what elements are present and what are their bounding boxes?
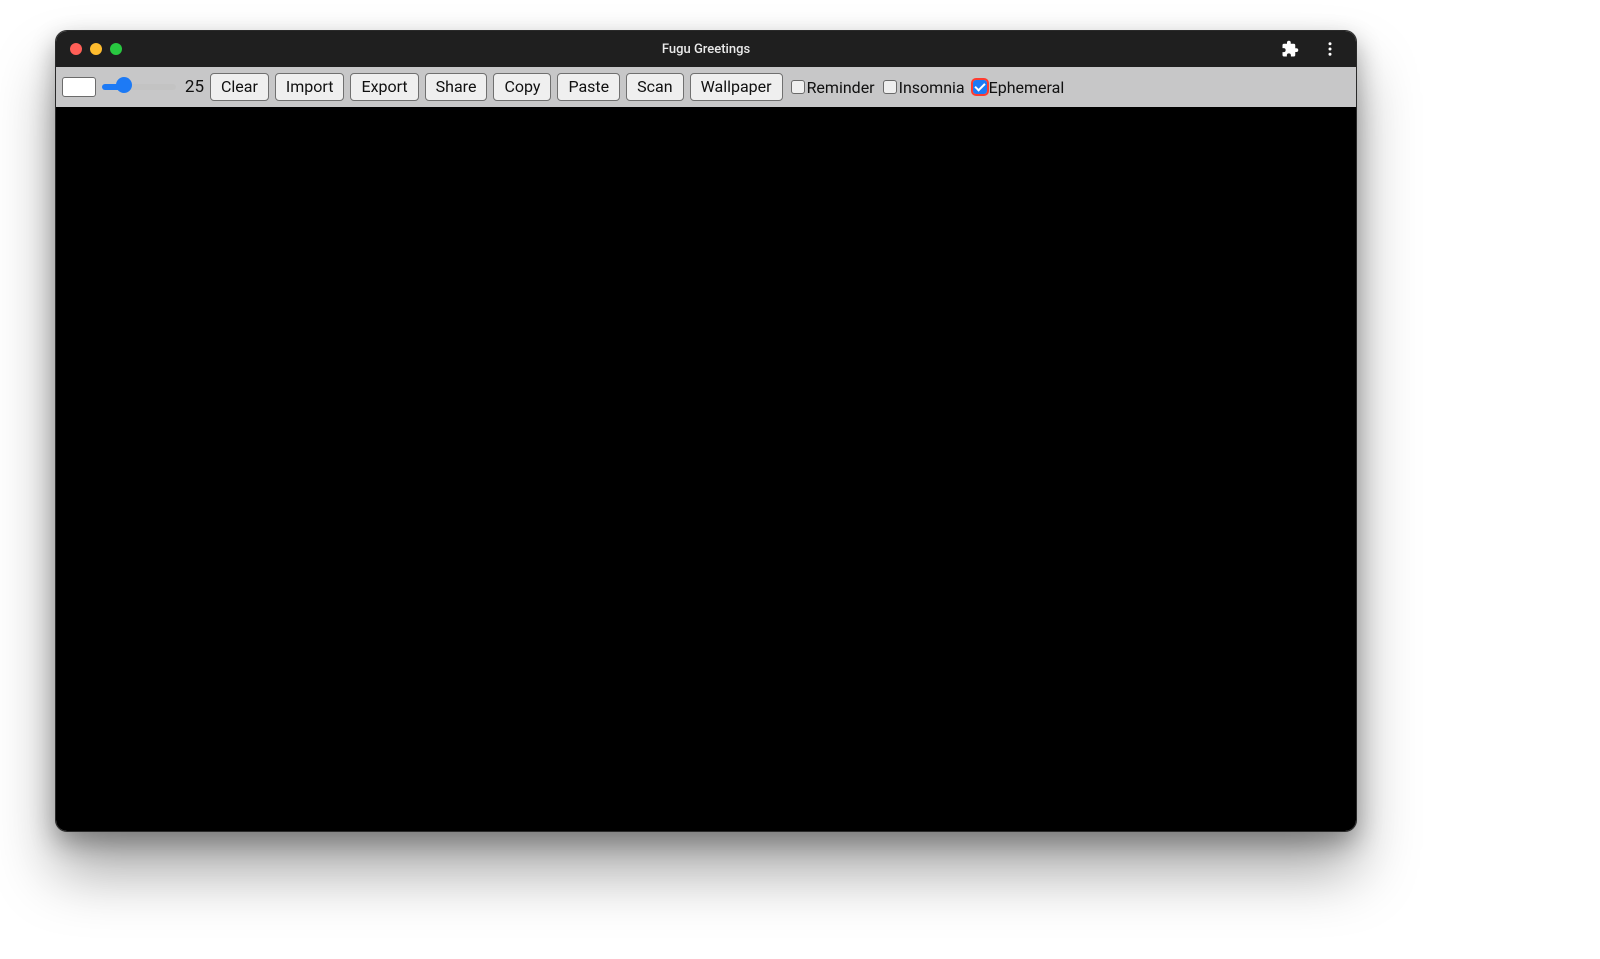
wallpaper-button[interactable]: Wallpaper [690,73,783,101]
ephemeral-checkbox-wrap: Ephemeral [973,78,1065,97]
brush-size-value: 25 [182,77,204,97]
reminder-checkbox-wrap: Reminder [791,78,875,97]
window-minimize-button[interactable] [90,43,102,55]
brush-size-control: 25 [102,77,204,97]
scan-button[interactable]: Scan [626,73,683,101]
export-button[interactable]: Export [350,73,418,101]
window-controls [56,43,122,55]
window-title: Fugu Greetings [56,42,1356,57]
paste-button[interactable]: Paste [557,73,620,101]
color-swatch[interactable] [62,77,96,97]
import-button[interactable]: Import [275,73,345,101]
ephemeral-checkbox[interactable] [973,80,987,94]
stage: Fugu Greetings [0,0,1600,959]
insomnia-label[interactable]: Insomnia [899,78,965,97]
brush-size-slider[interactable] [102,84,176,90]
insomnia-checkbox[interactable] [883,80,897,94]
copy-button[interactable]: Copy [493,73,551,101]
app-window: Fugu Greetings [55,30,1357,832]
toolbar: 25 Clear Import Export Share Copy Paste … [56,67,1356,108]
window-maximize-button[interactable] [110,43,122,55]
clear-button[interactable]: Clear [210,73,269,101]
reminder-label[interactable]: Reminder [807,78,875,97]
titlebar: Fugu Greetings [56,31,1356,67]
share-button[interactable]: Share [425,73,488,101]
reminder-checkbox[interactable] [791,80,805,94]
ephemeral-label[interactable]: Ephemeral [989,78,1065,97]
window-close-button[interactable] [70,43,82,55]
titlebar-right-controls [1276,31,1350,67]
kebab-menu-icon[interactable] [1316,35,1344,63]
drawing-canvas[interactable] [56,107,1356,831]
insomnia-checkbox-wrap: Insomnia [883,78,965,97]
extensions-icon[interactable] [1276,35,1304,63]
